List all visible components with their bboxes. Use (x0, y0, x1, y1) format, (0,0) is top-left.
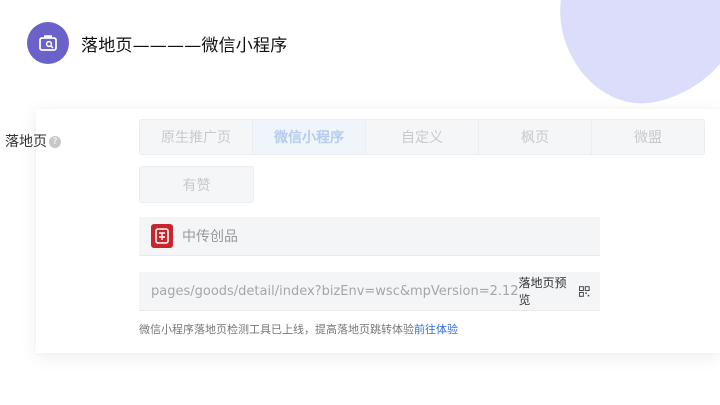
landing-page-label: 落地页 ? (5, 131, 61, 151)
page-title: 落地页————微信小程序 (81, 35, 288, 56)
tab-youzan[interactable]: 有赞 (139, 166, 254, 203)
mini-program-select[interactable]: 中传创品 (139, 217, 600, 256)
shop-logo-icon (151, 224, 173, 248)
helper-note-text: 微信小程序落地页检测工具已上线，提高落地页跳转体验 (139, 323, 414, 336)
helper-note: 微信小程序落地页检测工具已上线，提高落地页跳转体验前往体验 (139, 321, 458, 337)
tab-fengye[interactable]: 枫页 (478, 119, 592, 155)
landing-page-type-tabs: 原生推广页 微信小程序 自定义 枫页 微盟 有赞 (139, 119, 712, 203)
tab-row-2: 有赞 (139, 166, 712, 203)
tab-custom[interactable]: 自定义 (365, 119, 479, 155)
try-it-link[interactable]: 前往体验 (414, 323, 458, 336)
preview-label: 落地页预览 (518, 276, 567, 307)
landing-page-preview-button[interactable]: 落地页预览 (519, 274, 590, 308)
page-path-field[interactable]: pages/goods/detail/index?bizEnv=wsc&mpVe… (139, 272, 600, 311)
shop-name: 中传创品 (182, 229, 238, 245)
tab-weimob[interactable]: 微盟 (591, 119, 705, 155)
decorative-blob (543, 0, 720, 118)
page-path-value: pages/goods/detail/index?bizEnv=wsc&mpVe… (151, 283, 519, 299)
tab-native-promo-page[interactable]: 原生推广页 (139, 119, 253, 155)
help-icon[interactable]: ? (49, 136, 61, 148)
page-header: 落地页————微信小程序 (27, 22, 287, 64)
qrcode-icon (579, 285, 590, 297)
tab-wechat-mini-program[interactable]: 微信小程序 (252, 119, 366, 155)
briefcase-search-icon (27, 22, 69, 64)
field-label-text: 落地页 (5, 134, 47, 150)
tab-row-1: 原生推广页 微信小程序 自定义 枫页 微盟 (139, 119, 712, 155)
